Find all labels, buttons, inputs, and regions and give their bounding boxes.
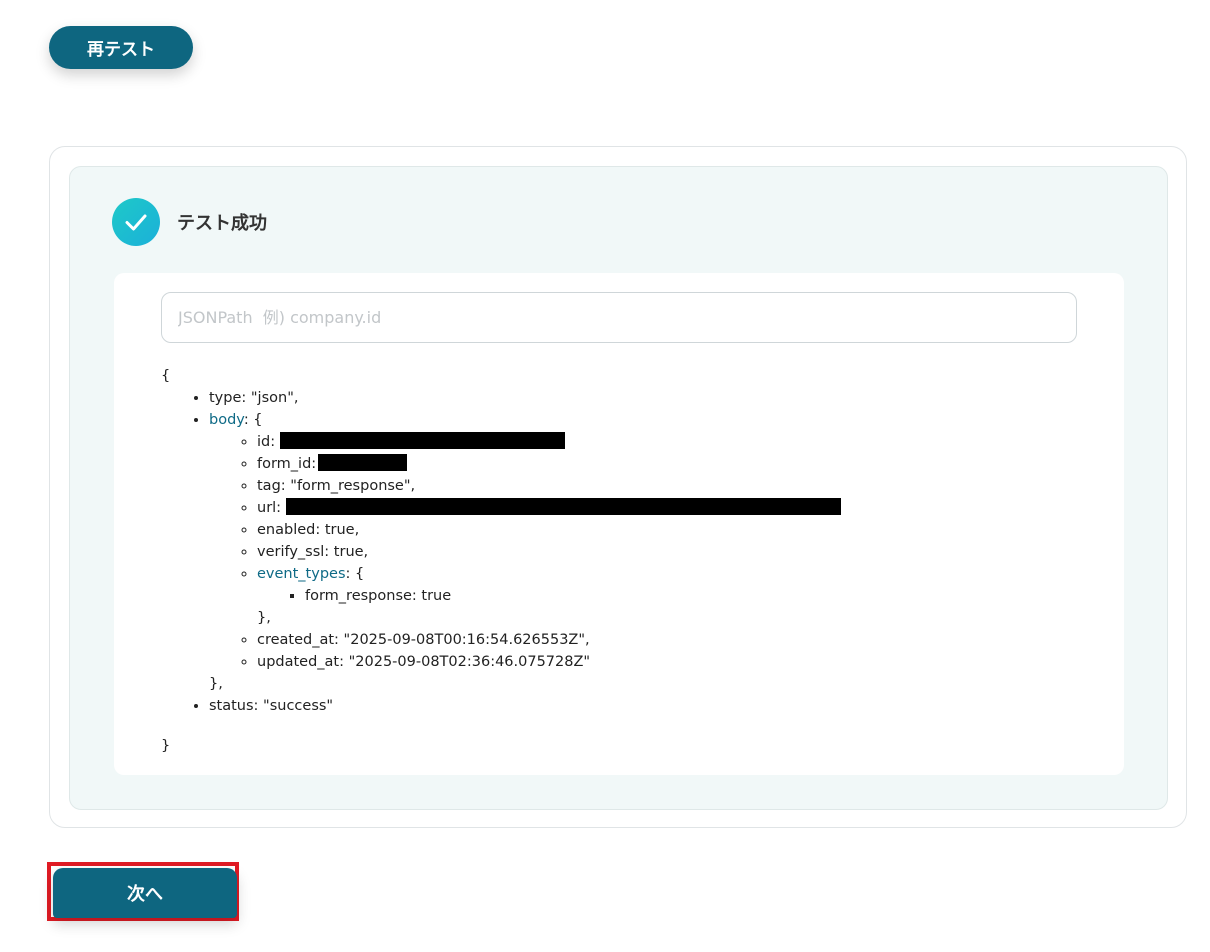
json-open-brace: { — [161, 368, 171, 384]
test-result-card: テスト成功 { type: "json", body: { id: form_i… — [49, 146, 1187, 828]
json-root-list: type: "json", body: { id: form_id: tag: … — [161, 387, 1061, 717]
json-id-label: id: — [257, 434, 276, 450]
json-event-types-open: : { — [345, 566, 365, 582]
json-body-close: }, — [209, 676, 223, 692]
json-status-text: status: "success" — [209, 698, 334, 714]
test-success-title: テスト成功 — [177, 213, 267, 234]
json-enabled-text: enabled: true, — [257, 522, 360, 538]
redacted-form-id — [318, 454, 408, 471]
json-updated-at-text: updated_at: "2025-09-08T02:36:46.075728Z… — [257, 654, 591, 670]
next-button[interactable]: 次へ — [53, 868, 237, 918]
json-url-label: url: — [257, 500, 282, 516]
json-item-event-types: event_types: { form_response: true }, — [257, 563, 1061, 629]
retest-button[interactable]: 再テスト — [49, 26, 193, 69]
json-item-tag: tag: "form_response", — [257, 475, 1061, 497]
redacted-id — [279, 432, 565, 449]
json-event-types-key[interactable]: event_types — [257, 566, 346, 582]
json-item-verify-ssl: verify_ssl: true, — [257, 541, 1061, 563]
json-created-at-text: created_at: "2025-09-08T00:16:54.626553Z… — [257, 632, 590, 648]
json-item-type: type: "json", — [209, 387, 1061, 409]
json-body-open: : { — [243, 412, 263, 428]
json-event-types-close: }, — [257, 610, 271, 626]
json-item-id: id: — [257, 431, 1061, 453]
test-result-inner: テスト成功 { type: "json", body: { id: form_i… — [69, 166, 1168, 810]
json-form-response-text: form_response: true — [305, 588, 452, 604]
json-item-body: body: { id: form_id: tag: "form_response… — [209, 409, 1061, 695]
json-item-enabled: enabled: true, — [257, 519, 1061, 541]
json-body-list: id: form_id: tag: "form_response", url: … — [209, 431, 1061, 673]
json-form-id-label: form_id: — [257, 456, 317, 472]
json-tag-text: tag: "form_response", — [257, 478, 416, 494]
json-body-key[interactable]: body — [209, 412, 244, 428]
success-check-icon — [112, 198, 160, 246]
json-item-form-id: form_id: — [257, 453, 1061, 475]
json-tree: { type: "json", body: { id: form_id: tag… — [161, 365, 1061, 757]
json-item-status: status: "success" — [209, 695, 1061, 717]
result-panel: { type: "json", body: { id: form_id: tag… — [114, 273, 1124, 775]
jsonpath-input[interactable] — [161, 292, 1077, 343]
json-item-form-response: form_response: true — [305, 585, 1061, 607]
json-event-types-list: form_response: true — [257, 585, 1061, 607]
json-close-brace: } — [161, 738, 171, 754]
json-item-url: url: — [257, 497, 1061, 519]
json-item-updated-at: updated_at: "2025-09-08T02:36:46.075728Z… — [257, 651, 1061, 673]
json-type-text: type: "json", — [209, 390, 299, 406]
json-verify-ssl-text: verify_ssl: true, — [257, 544, 369, 560]
redacted-url — [285, 498, 841, 515]
json-item-created-at: created_at: "2025-09-08T00:16:54.626553Z… — [257, 629, 1061, 651]
